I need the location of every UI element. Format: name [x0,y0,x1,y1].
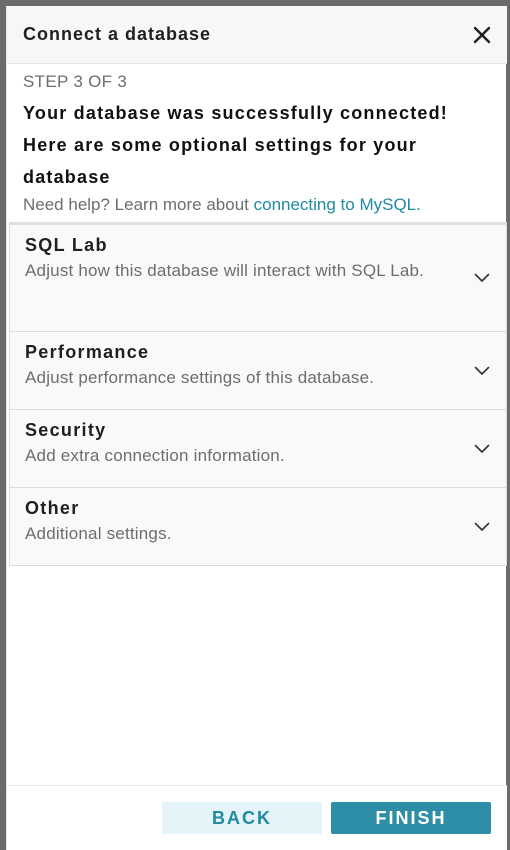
panel-description: Add extra connection information. [25,446,285,465]
step-indicator: STEP 3 OF 3 [23,72,128,91]
success-message: Your database was successfully connected… [23,103,449,187]
panel-sql-lab[interactable]: SQL Lab Adjust how this database will in… [9,225,507,332]
help-text: Need help? Learn more about connecting t… [23,193,493,217]
close-icon [473,26,491,44]
back-button[interactable]: BACK [162,802,322,834]
panel-title: SQL Lab [25,235,108,255]
panel-security[interactable]: Security Add extra connection informatio… [9,410,507,488]
panel-other[interactable]: Other Additional settings. [9,488,507,566]
chevron-down-icon [474,273,490,282]
chevron-down-icon [474,522,490,531]
panel-title: Performance [25,342,150,362]
panel-description: Adjust how this database will interact w… [25,261,425,280]
close-button[interactable] [469,22,495,48]
modal-title: Connect a database [23,24,212,44]
panel-description: Adjust performance settings of this data… [25,368,375,387]
chevron-down-icon [474,444,490,453]
help-prefix: Need help? Learn more about [23,195,254,214]
settings-accordion: SQL Lab Adjust how this database will in… [9,222,507,566]
chevron-down-icon [474,366,490,375]
panel-title: Other [25,498,80,518]
finish-button[interactable]: FINISH [331,802,491,834]
step-info: STEP 3 OF 3 Your database was successful… [23,70,493,217]
connect-database-modal: Connect a database STEP 3 OF 3 Your data… [6,6,507,850]
panel-title: Security [25,420,107,440]
help-link[interactable]: connecting to MySQL. [254,195,421,214]
modal-header: Connect a database [7,6,507,64]
panel-performance[interactable]: Performance Adjust performance settings … [9,332,507,410]
modal-footer: BACK FINISH [7,785,507,850]
panel-description: Additional settings. [25,524,172,543]
